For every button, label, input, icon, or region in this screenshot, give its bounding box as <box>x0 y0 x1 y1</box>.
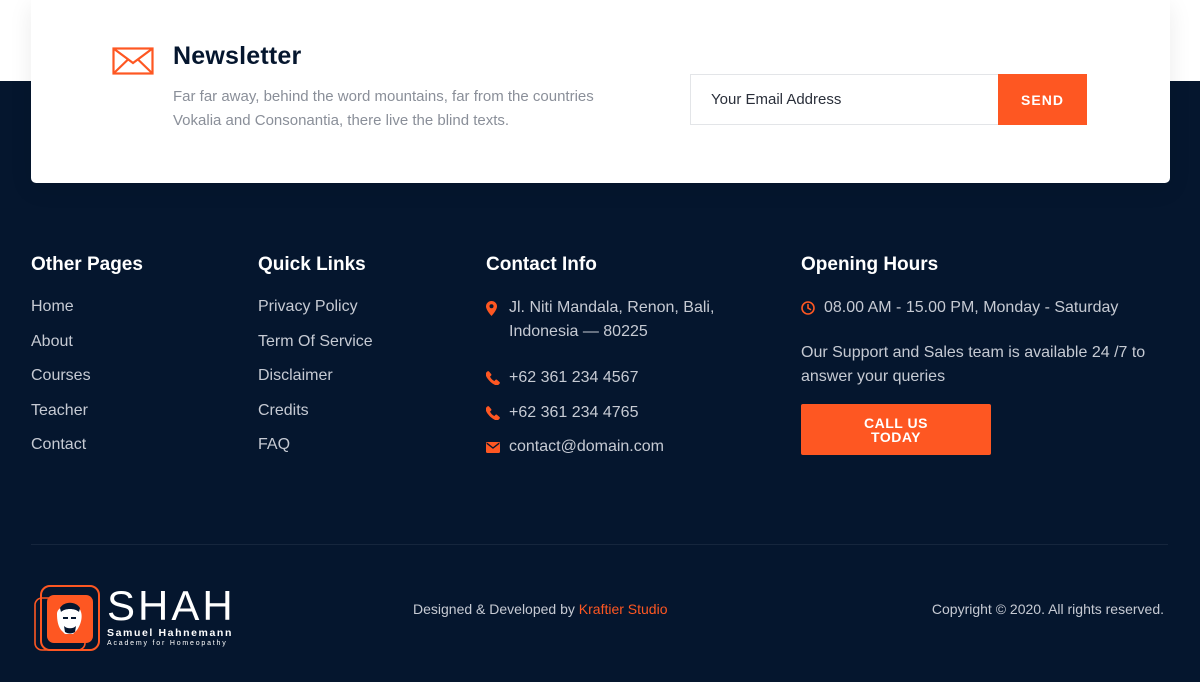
envelope-icon <box>112 47 154 75</box>
contact-phone-2-text: +62 361 234 4765 <box>509 403 639 421</box>
quick-link-privacy-policy[interactable]: Privacy Policy <box>258 296 373 331</box>
quick-links-title: Quick Links <box>258 254 366 275</box>
other-pages-link-home[interactable]: Home <box>31 296 91 331</box>
quick-links-list: Privacy Policy Term Of Service Disclaime… <box>258 296 373 469</box>
other-pages-link-teacher[interactable]: Teacher <box>31 400 91 435</box>
contact-address: Jl. Niti Mandala, Renon, Bali, Indonesia… <box>486 296 726 366</box>
envelope-icon <box>486 435 509 459</box>
credit-studio-link[interactable]: Kraftier Studio <box>579 601 668 617</box>
quick-link-term-of-service[interactable]: Term Of Service <box>258 331 373 366</box>
email-input[interactable] <box>690 74 998 125</box>
newsletter-description: Far far away, behind the word mountains,… <box>173 88 594 129</box>
opening-hours-text: 08.00 AM - 15.00 PM, Monday - Saturday <box>824 299 1119 316</box>
send-button[interactable]: SEND <box>998 74 1087 125</box>
other-pages-list: Home About Courses Teacher Contact <box>31 296 91 469</box>
newsletter-title: Newsletter <box>173 42 302 70</box>
copyright-text: Copyright © 2020. All rights reserved. <box>931 601 1164 617</box>
quick-link-faq[interactable]: FAQ <box>258 434 373 469</box>
map-pin-icon <box>486 296 509 320</box>
quick-link-disclaimer[interactable]: Disclaimer <box>258 365 373 400</box>
logo-tagline: Academy for Homeopathy <box>107 640 228 647</box>
other-pages-link-about[interactable]: About <box>31 331 91 366</box>
contact-phone-2[interactable]: +62 361 234 4765 <box>486 401 726 436</box>
newsletter-form: SEND <box>690 74 1087 125</box>
credit-prefix: Designed & Developed by <box>413 601 575 617</box>
contact-address-text: Jl. Niti Mandala, Renon, Bali, Indonesia… <box>509 299 715 340</box>
logo-wordmark: SHAH <box>107 582 236 629</box>
opening-hours-line: 08.00 AM - 15.00 PM, Monday - Saturday <box>801 296 1118 320</box>
call-us-today-button[interactable]: CALL US TODAY <box>801 404 991 455</box>
contact-info-title: Contact Info <box>486 254 597 275</box>
opening-hours-title: Opening Hours <box>801 254 939 275</box>
clock-icon <box>801 301 824 315</box>
newsletter-card: Newsletter Far far away, behind the word… <box>31 0 1170 183</box>
logo-portrait-icon <box>34 585 100 651</box>
quick-link-credits[interactable]: Credits <box>258 400 373 435</box>
support-note: Our Support and Sales team is available … <box>801 344 1146 385</box>
contact-email-text: contact@domain.com <box>509 438 664 455</box>
phone-icon <box>486 401 509 425</box>
design-credit: Designed & Developed by Kraftier Studio <box>413 601 668 617</box>
logo-subtitle: Samuel Hahnemann <box>107 627 233 639</box>
other-pages-link-contact[interactable]: Contact <box>31 434 91 469</box>
other-pages-link-courses[interactable]: Courses <box>31 365 91 400</box>
contact-info-list: Jl. Niti Mandala, Renon, Bali, Indonesia… <box>486 296 726 470</box>
phone-icon <box>486 366 509 390</box>
shah-logo[interactable]: SHAH Samuel Hahnemann Academy for Homeop… <box>33 584 258 654</box>
other-pages-title: Other Pages <box>31 254 143 275</box>
footer-divider <box>31 544 1168 545</box>
contact-email[interactable]: contact@domain.com <box>486 435 726 470</box>
contact-phone-1-text: +62 361 234 4567 <box>509 369 639 386</box>
contact-phone-1[interactable]: +62 361 234 4567 <box>486 366 726 401</box>
